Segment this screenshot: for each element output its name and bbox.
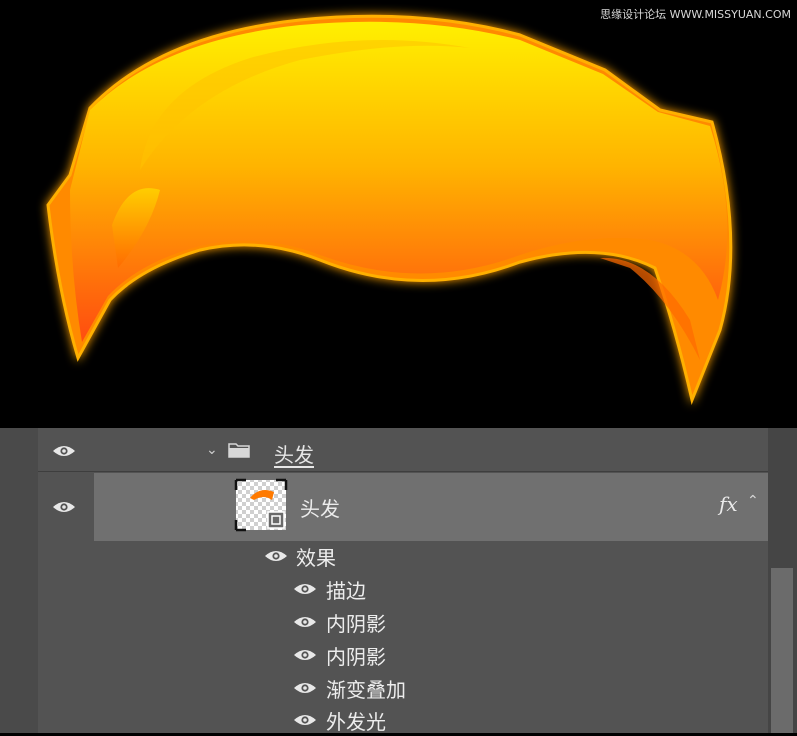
visibility-eye-icon[interactable]	[293, 582, 317, 596]
visibility-eye-icon[interactable]	[52, 444, 76, 458]
hair-artwork	[46, 14, 733, 406]
chevron-up-icon[interactable]: ⌃	[747, 493, 759, 509]
panel-left-strip	[0, 428, 38, 733]
fx-icon[interactable]: fx	[719, 492, 738, 516]
layer-group-row[interactable]: ⌄ 头发	[38, 428, 768, 472]
effect-label: 描边	[326, 579, 366, 603]
effect-label: 内阴影	[326, 612, 386, 636]
effect-label: 内阴影	[326, 645, 386, 669]
visibility-eye-icon[interactable]	[293, 648, 317, 662]
layer-thumbnail[interactable]	[234, 478, 288, 532]
document-canvas[interactable]: 思缘设计论坛 WWW.MISSYUAN.COM	[0, 0, 797, 428]
layer-row-selected[interactable]: 头发 fx ⌃	[38, 473, 768, 541]
chevron-down-icon[interactable]: ⌄	[206, 442, 218, 458]
effect-label: 渐变叠加	[326, 678, 406, 702]
effect-label: 外发光	[326, 710, 386, 734]
visibility-eye-icon[interactable]	[293, 615, 317, 629]
folder-icon	[228, 442, 250, 458]
visibility-eye-icon[interactable]	[264, 549, 288, 563]
layers-panel: ⌄ 头发 头发 fx ⌃ 效果 描边 内阴影 内阴影 渐变叠加 外发光	[0, 428, 797, 734]
scrollbar-thumb[interactable]	[771, 568, 793, 733]
layer-group-name[interactable]: 头发	[274, 439, 314, 468]
visibility-eye-icon[interactable]	[293, 681, 317, 695]
visibility-eye-icon[interactable]	[293, 713, 317, 727]
visibility-eye-icon[interactable]	[52, 500, 76, 514]
watermark-text: 思缘设计论坛 WWW.MISSYUAN.COM	[600, 8, 791, 21]
layer-row-highlight	[94, 473, 768, 541]
effects-header-label: 效果	[296, 546, 336, 570]
layer-name[interactable]: 头发	[300, 493, 340, 522]
